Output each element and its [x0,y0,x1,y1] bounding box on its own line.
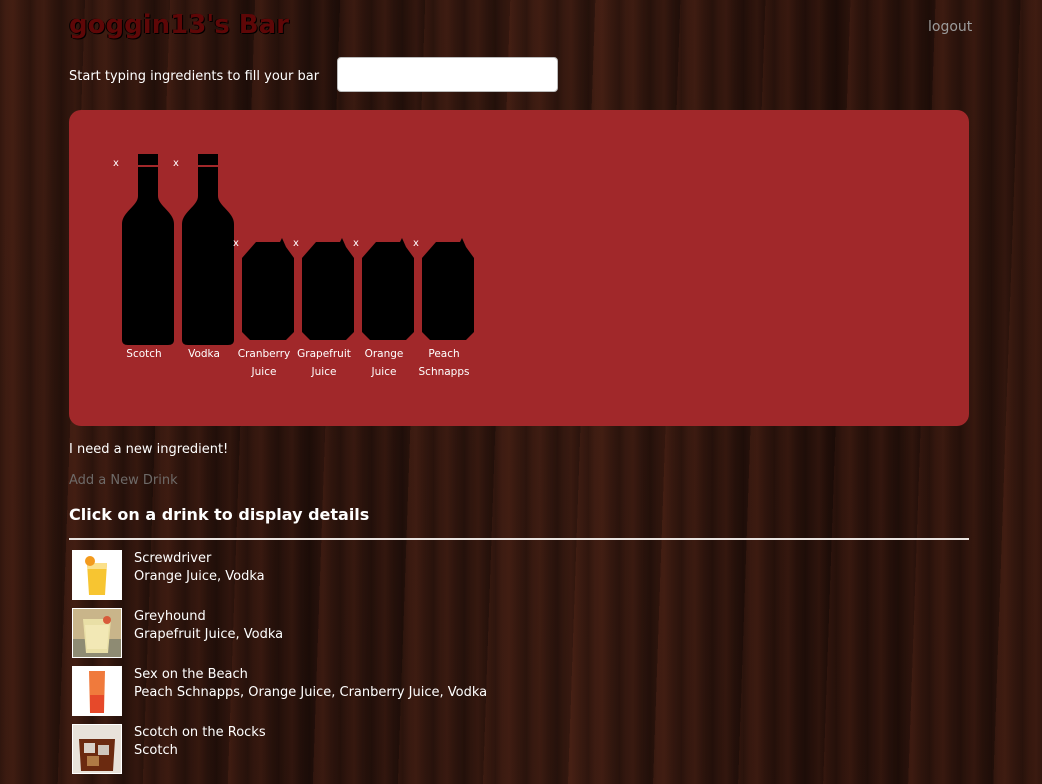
greyhound-glass-icon [73,609,121,657]
juice-carton-icon [302,238,354,340]
need-ingredient-link[interactable]: I need a new ingredient! [69,442,228,457]
juice-carton-icon [362,238,414,340]
drink-name: Screwdriver [134,551,212,566]
ingredient-label: Peach Schnapps [418,348,470,378]
section-divider [69,538,969,540]
remove-ingredient-button[interactable]: x [113,158,119,169]
remove-ingredient-button[interactable]: x [413,238,419,249]
drink-ingredients: Scotch [134,743,178,758]
bar-shelf: x Scotch x Vodka x Cranberry Juice x Grapefruit… [69,110,969,426]
ingredient-label: Scotch [126,348,162,360]
ingredient-item: x Vodka [173,110,234,400]
drink-item[interactable]: Sex on the Beach Peach Schnapps, Orange J… [69,664,669,718]
drink-thumbnail [72,666,122,716]
drinks-heading: Click on a drink to display details [69,505,370,524]
ingredient-label: Grapefruit Juice [297,348,351,378]
highball-glass-icon [73,667,121,715]
drink-name: Greyhound [134,609,206,624]
ingredient-label: Vodka [188,348,220,360]
drink-item[interactable]: Screwdriver Orange Juice, Vodka [69,548,669,602]
liquor-bottle-icon [122,154,174,345]
ingredient-item: x Peach Schnapps [413,110,474,400]
drink-item[interactable]: Greyhound Grapefruit Juice, Vodka [69,606,669,660]
ingredient-label: Cranberry Juice [237,348,291,378]
ingredient-item: x Scotch [113,110,174,400]
juice-carton-icon [422,238,474,340]
rocks-glass-icon [73,725,121,773]
drink-thumbnail [72,724,122,774]
ingredient-prompt: Start typing ingredients to fill your ba… [69,69,320,84]
remove-ingredient-button[interactable]: x [293,238,299,249]
add-drink-link[interactable]: Add a New Drink [69,473,178,488]
ingredient-search-input[interactable] [337,57,558,92]
drink-thumbnail [72,550,122,600]
ingredient-label: Orange Juice [364,348,404,378]
drink-ingredients: Grapefruit Juice, Vodka [134,627,284,642]
logout-link[interactable]: logout [928,19,972,35]
ingredient-item: x Orange Juice [353,110,414,400]
juice-carton-icon [242,238,294,340]
liquor-bottle-icon [182,154,234,345]
drink-name: Sex on the Beach [134,667,248,682]
drink-name: Scotch on the Rocks [134,725,266,740]
remove-ingredient-button[interactable]: x [233,238,239,249]
drink-thumbnail [72,608,122,658]
page-title: goggin13's Bar [69,10,289,40]
drink-ingredients: Orange Juice, Vodka [134,569,265,584]
remove-ingredient-button[interactable]: x [353,238,359,249]
ingredient-item: x Cranberry Juice [233,110,294,400]
drink-ingredients: Peach Schnapps, Orange Juice, Cranberry … [134,685,488,700]
ingredient-item: x Grapefruit Juice [293,110,354,400]
remove-ingredient-button[interactable]: x [173,158,179,169]
screwdriver-glass-icon [73,551,121,599]
drink-item[interactable]: Scotch on the Rocks Scotch [69,722,669,776]
